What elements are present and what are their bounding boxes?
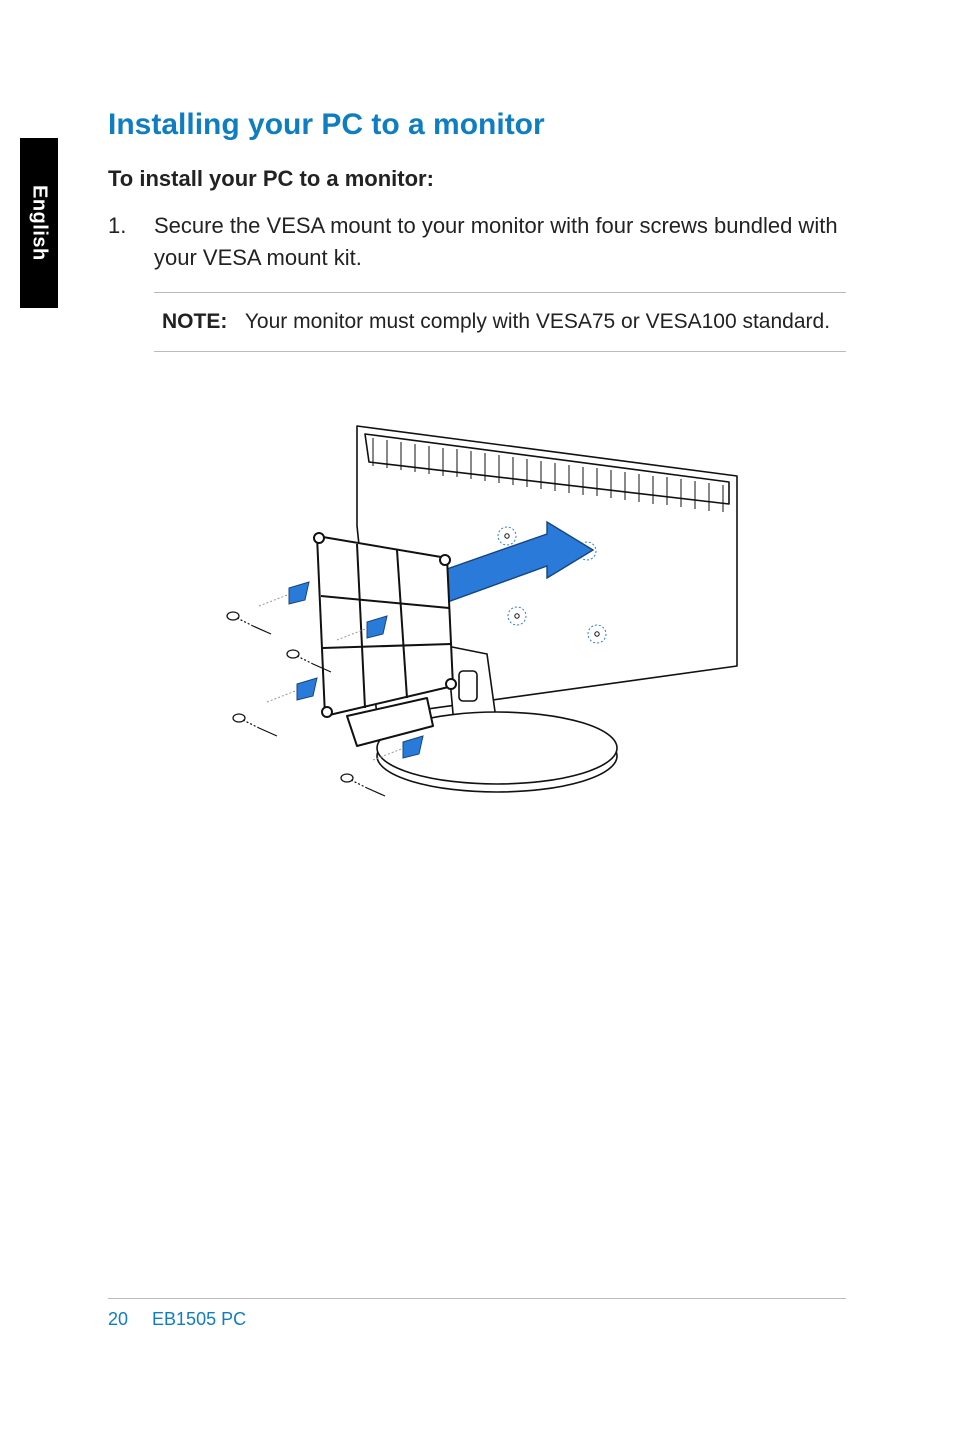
- page-number: 20: [108, 1309, 128, 1330]
- screw-icon: [227, 612, 271, 634]
- page-content: Installing your PC to a monitor To insta…: [108, 108, 846, 816]
- vesa-mount-figure: [108, 386, 846, 816]
- language-tab-label: English: [28, 185, 51, 261]
- steps-list: 1. Secure the VESA mount to your monitor…: [108, 210, 846, 274]
- note-text: [233, 310, 245, 333]
- screw-icon: [233, 714, 277, 736]
- section-heading: Installing your PC to a monitor: [108, 108, 846, 142]
- step-number: 1.: [108, 210, 154, 274]
- language-tab: English: [20, 138, 58, 308]
- note-label: NOTE:: [162, 310, 227, 333]
- step-text: Secure the VESA mount to your monitor wi…: [154, 210, 846, 274]
- screw-icon: [341, 774, 385, 796]
- vesa-mount-illustration: [197, 386, 757, 816]
- note-box: NOTE: Your monitor must comply with VESA…: [154, 292, 846, 352]
- note-body: Your monitor must comply with VESA75 or …: [245, 310, 830, 333]
- page-footer: 20 EB1505 PC: [108, 1298, 846, 1330]
- step-item: 1. Secure the VESA mount to your monitor…: [108, 210, 846, 274]
- model-name: EB1505 PC: [152, 1309, 246, 1330]
- section-subheading: To install your PC to a monitor:: [108, 166, 846, 192]
